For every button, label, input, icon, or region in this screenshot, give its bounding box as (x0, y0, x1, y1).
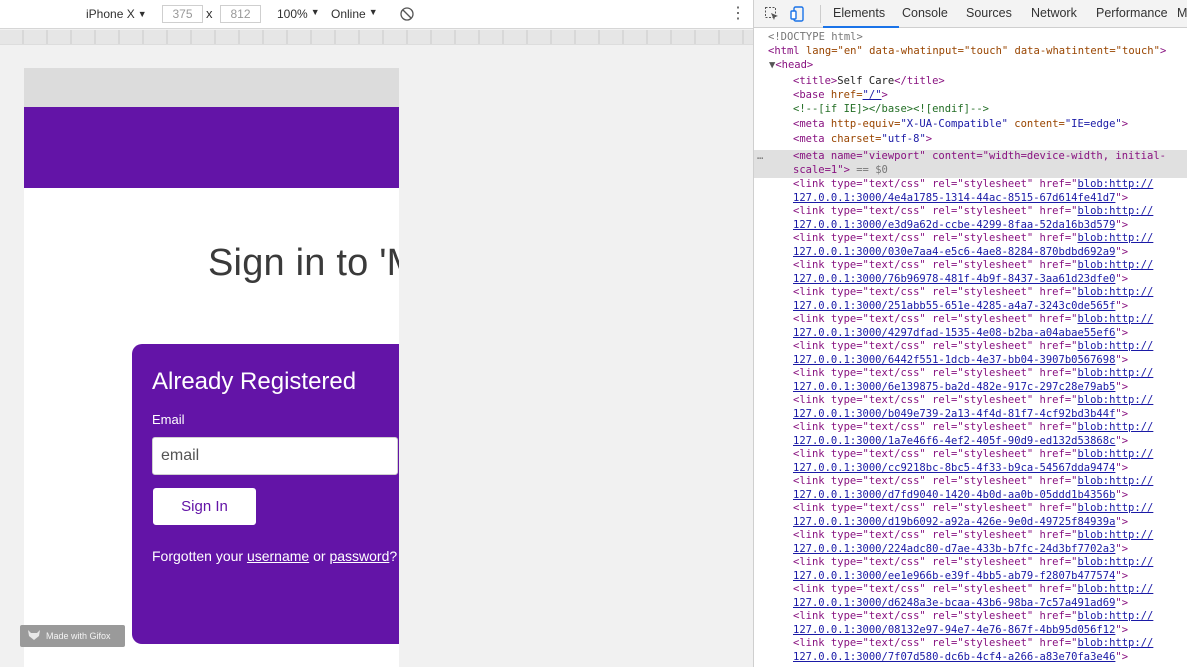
dom-link-stylesheet[interactable]: <link type="text/css" rel="stylesheet" h… (793, 583, 1187, 597)
chevron-down-icon: ▼ (310, 7, 320, 17)
dom-link-stylesheet[interactable]: <link type="text/css" rel="stylesheet" h… (793, 205, 1187, 219)
width-input[interactable]: 375 (162, 5, 203, 23)
tab-performance[interactable]: Performance (1096, 6, 1168, 20)
dom-link-href[interactable]: 127.0.0.1:3000/4297dfad-1535-4e08-b2ba-a… (793, 327, 1187, 341)
forgot-prefix: Forgotten your (152, 548, 247, 564)
email-field[interactable] (152, 437, 398, 475)
dom-link-href[interactable]: 127.0.0.1:3000/76b96978-481f-4b9f-8437-3… (793, 273, 1187, 287)
watermark-badge: Made with Gifox (20, 625, 125, 647)
devtools-panel: Elements Console Sources Network Perform… (753, 0, 1187, 667)
dom-title[interactable]: <title>Self Care</title> (793, 75, 1187, 89)
dom-link-stylesheet[interactable]: <link type="text/css" rel="stylesheet" h… (793, 232, 1187, 246)
dom-link-stylesheet[interactable]: <link type="text/css" rel="stylesheet" h… (793, 556, 1187, 570)
tab-elements[interactable]: Elements (833, 6, 885, 20)
forgot-credentials: Forgotten your username or password? (152, 548, 397, 564)
status-bar (24, 68, 399, 107)
header-banner (24, 107, 399, 188)
forgot-or: or (309, 548, 330, 564)
email-label: Email (152, 412, 185, 427)
device-viewport: Sign in to 'My Already Registered Email … (24, 68, 399, 667)
dom-link-href[interactable]: 127.0.0.1:3000/e3d9a62d-ccbe-4299-8faa-5… (793, 219, 1187, 233)
dom-link-stylesheet[interactable]: <link type="text/css" rel="stylesheet" h… (793, 421, 1187, 435)
device-name: iPhone X (86, 7, 135, 21)
dom-link-href[interactable]: 127.0.0.1:3000/08132e97-94e7-4e76-867f-4… (793, 624, 1187, 638)
network-throttle-select[interactable]: Online ▼ (331, 7, 378, 21)
dom-link-stylesheet[interactable]: <link type="text/css" rel="stylesheet" h… (793, 448, 1187, 462)
watermark-text: Made with Gifox (46, 631, 111, 641)
username-link[interactable]: username (247, 548, 309, 564)
tab-console[interactable]: Console (902, 6, 948, 20)
dom-meta-charset[interactable]: <meta charset="utf-8"> (793, 133, 1187, 147)
dom-link-href[interactable]: 127.0.0.1:3000/224adc80-d7ae-433b-b7fc-2… (793, 543, 1187, 557)
media-query-ruler (0, 30, 753, 45)
dom-link-stylesheet[interactable]: <link type="text/css" rel="stylesheet" h… (793, 475, 1187, 489)
dom-link-stylesheet[interactable]: <link type="text/css" rel="stylesheet" h… (793, 637, 1187, 651)
dom-link-stylesheet[interactable]: <link type="text/css" rel="stylesheet" h… (793, 502, 1187, 516)
zoom-select[interactable]: 100% ▼ (277, 7, 320, 21)
dom-link-href[interactable]: 127.0.0.1:3000/d7fd9040-1420-4b0d-aa0b-0… (793, 489, 1187, 503)
dom-link-href[interactable]: 127.0.0.1:3000/cc9218bc-8bc5-4f33-b9ca-5… (793, 462, 1187, 476)
password-link[interactable]: password (329, 548, 389, 564)
more-options-icon[interactable]: ⋮ (730, 4, 746, 24)
dom-link-href[interactable]: 127.0.0.1:3000/4e4a1785-1314-44ac-8515-6… (793, 192, 1187, 206)
chevron-down-icon: ▼ (137, 9, 147, 19)
network-value: Online (331, 7, 366, 21)
dom-link-href[interactable]: 127.0.0.1:3000/6442f551-1dcb-4e37-bb04-3… (793, 354, 1187, 368)
dom-link-href[interactable]: 127.0.0.1:3000/d6248a3e-bcaa-43b6-98ba-7… (793, 597, 1187, 611)
dom-link-stylesheet[interactable]: <link type="text/css" rel="stylesheet" h… (793, 394, 1187, 408)
dom-link-stylesheet[interactable]: <link type="text/css" rel="stylesheet" h… (793, 610, 1187, 624)
dom-meta-compat[interactable]: <meta http-equiv="X-UA-Compatible" conte… (793, 118, 1187, 132)
tab-network[interactable]: Network (1031, 6, 1077, 20)
dom-comment[interactable]: <!--[if IE]></base><![endif]--> (793, 103, 1187, 117)
dom-link-stylesheet[interactable]: <link type="text/css" rel="stylesheet" h… (793, 529, 1187, 543)
dom-link-href[interactable]: 127.0.0.1:3000/251abb55-651e-4285-a4a7-3… (793, 300, 1187, 314)
dom-head[interactable]: ▼<head> (769, 59, 1187, 73)
login-card: Already Registered Email Sign In Forgott… (132, 344, 399, 644)
ellipsis-icon: … (757, 150, 764, 162)
sign-in-button[interactable]: Sign In (153, 488, 256, 525)
device-select[interactable]: iPhone X ▼ (86, 7, 147, 21)
active-tab-indicator (823, 26, 899, 28)
dom-tree: <!DOCTYPE html> <html lang="en" data-wha… (754, 29, 1187, 667)
dom-base[interactable]: <base href="/"> (793, 89, 1187, 103)
device-toolbar: iPhone X ▼ 375 x 812 100% ▼ Online ▼ ⋮ (0, 0, 753, 29)
chevron-down-icon: ▼ (368, 7, 378, 17)
dom-link-href[interactable]: 127.0.0.1:3000/ee1e966b-e39f-4bb5-ab79-f… (793, 570, 1187, 584)
forgot-suffix: ? (389, 548, 398, 564)
device-toolbar-toggle-icon[interactable] (790, 6, 806, 22)
dom-link-stylesheet[interactable]: <link type="text/css" rel="stylesheet" h… (793, 259, 1187, 273)
dom-link-stylesheet[interactable]: <link type="text/css" rel="stylesheet" h… (793, 286, 1187, 300)
page-title: Sign in to 'My (208, 242, 399, 284)
tab-more[interactable]: M (1177, 6, 1187, 20)
device-emulation-pane: iPhone X ▼ 375 x 812 100% ▼ Online ▼ ⋮ S… (0, 0, 753, 667)
dom-link-href[interactable]: 127.0.0.1:3000/030e7aa4-e5c6-4ae8-8284-8… (793, 246, 1187, 260)
devtools-tab-bar: Elements Console Sources Network Perform… (754, 0, 1187, 28)
card-title: Already Registered (152, 368, 357, 395)
dom-link-stylesheet[interactable]: <link type="text/css" rel="stylesheet" h… (793, 340, 1187, 354)
dom-html[interactable]: <html lang="en" data-whatinput="touch" d… (768, 45, 1187, 59)
dom-link-href[interactable]: 127.0.0.1:3000/1a7e46f6-4ef2-405f-90d9-e… (793, 435, 1187, 449)
dom-link-href[interactable]: 127.0.0.1:3000/b049e739-2a13-4f4d-81f7-4… (793, 408, 1187, 422)
rotate-icon[interactable] (399, 6, 415, 22)
dimension-separator: x (206, 6, 213, 21)
fox-icon (28, 630, 40, 642)
dom-link-stylesheet[interactable]: <link type="text/css" rel="stylesheet" h… (793, 367, 1187, 381)
dom-link-href[interactable]: 127.0.0.1:3000/7f07d580-dc6b-4cf4-a266-a… (793, 651, 1187, 665)
dom-link-stylesheet[interactable]: <link type="text/css" rel="stylesheet" h… (793, 178, 1187, 192)
height-input[interactable]: 812 (220, 5, 261, 23)
dom-link-href[interactable]: 127.0.0.1:3000/d19b6092-a92a-426e-9e0d-4… (793, 516, 1187, 530)
zoom-value: 100% (277, 7, 308, 21)
inspect-element-icon[interactable] (764, 6, 780, 22)
dom-link-href[interactable]: 127.0.0.1:3000/6e139875-ba2d-482e-917c-2… (793, 381, 1187, 395)
dom-doctype[interactable]: <!DOCTYPE html> (768, 31, 1187, 45)
dom-meta-viewport-selected[interactable]: … <meta name="viewport" content="width=d… (754, 150, 1187, 178)
tab-sources[interactable]: Sources (966, 6, 1012, 20)
dom-link-stylesheet[interactable]: <link type="text/css" rel="stylesheet" h… (793, 313, 1187, 327)
toolbar-divider (820, 5, 821, 23)
